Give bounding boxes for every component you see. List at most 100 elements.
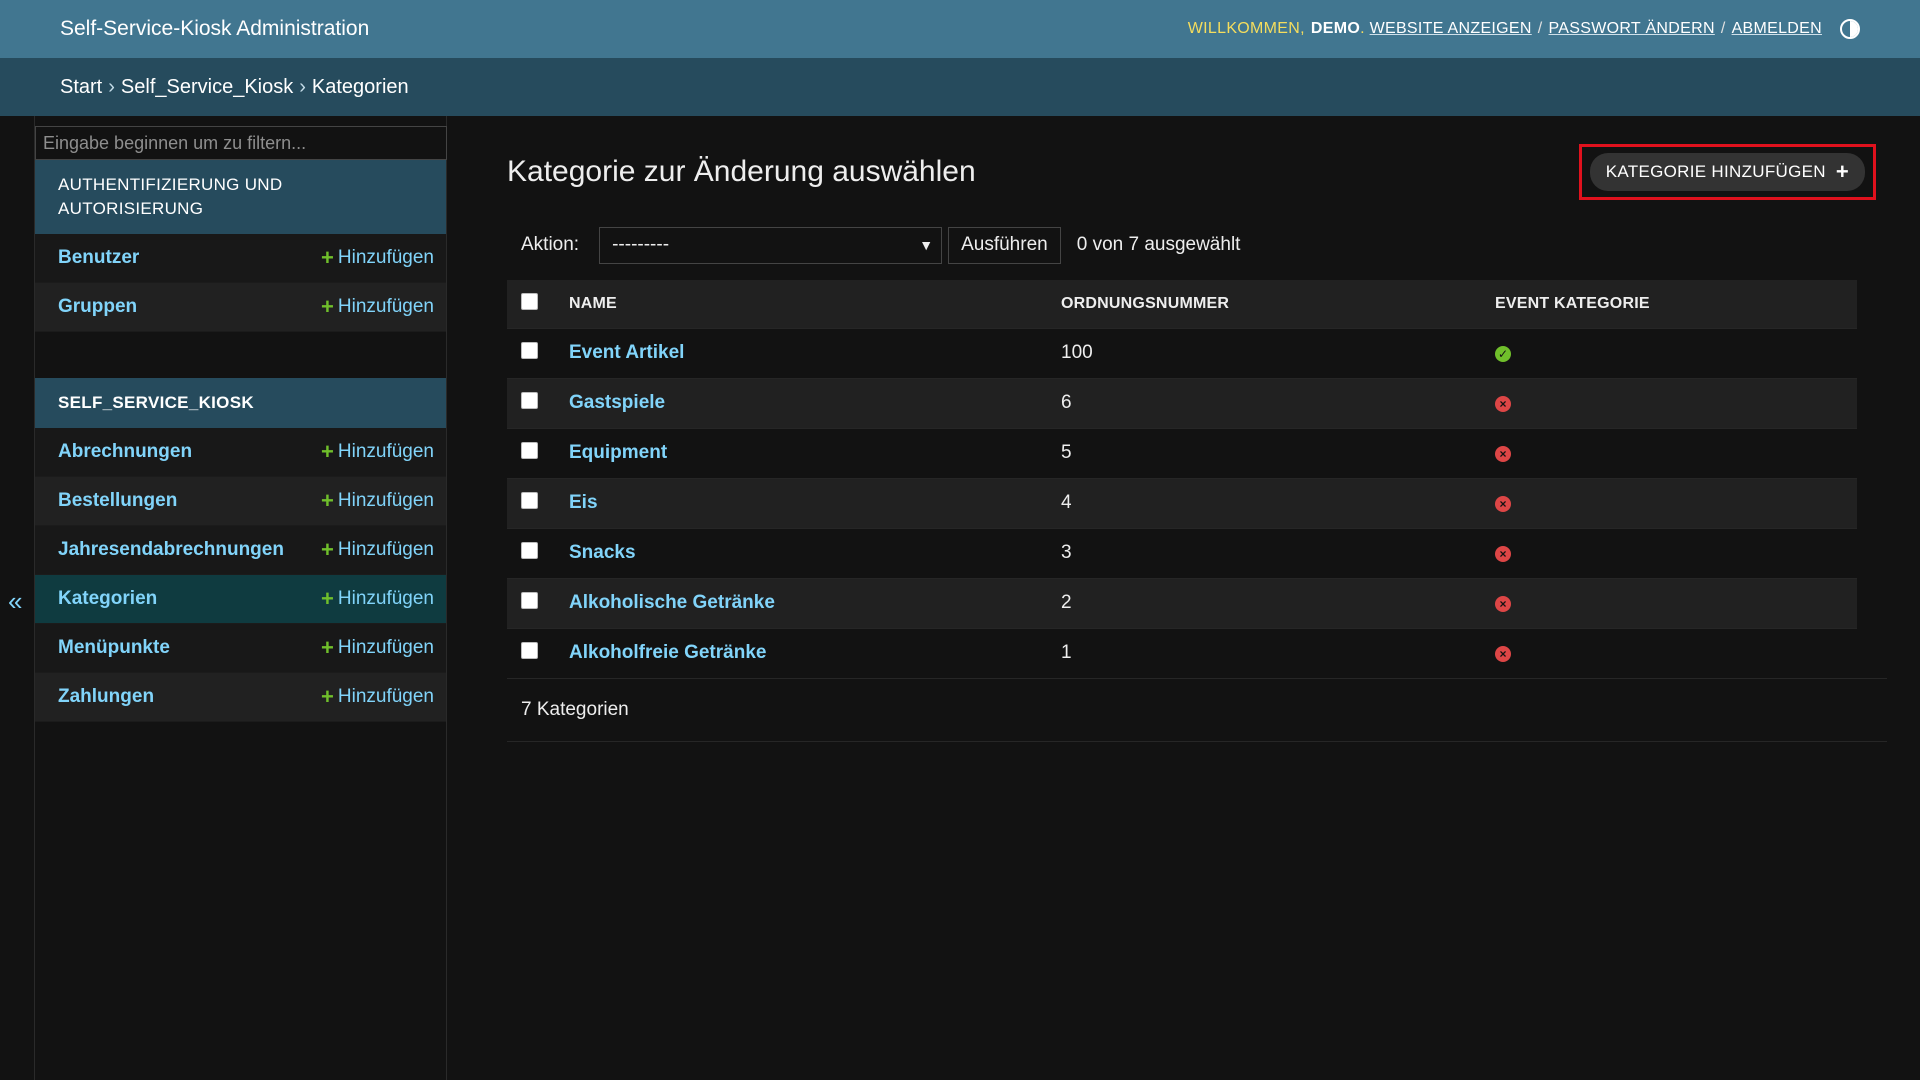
- sidebar-item-gruppen: Gruppen + Hinzufügen: [35, 283, 446, 332]
- row-checkbox[interactable]: [521, 541, 538, 559]
- sidebar-item-label[interactable]: Bestellungen: [58, 490, 177, 512]
- site-title[interactable]: Self-Service-Kiosk Administration: [60, 17, 369, 41]
- table-row: Equipment 5 ×: [507, 427, 1857, 478]
- content: Kategorie zur Änderung auswählen KATEGOR…: [447, 116, 1920, 1080]
- selection-counter: 0 von 7 ausgewählt: [1076, 234, 1241, 255]
- table-row: Gastspiele 6 ×: [507, 377, 1857, 428]
- add-abrechnungen-link[interactable]: + Hinzufügen: [321, 439, 434, 465]
- view-site-link[interactable]: WEBSITE ANZEIGEN: [1370, 20, 1532, 38]
- row-name-link[interactable]: Gastspiele: [569, 392, 665, 413]
- breadcrumb-app[interactable]: Self_Service_Kiosk: [121, 76, 293, 99]
- module-caption-kiosk[interactable]: SELF_SERVICE_KIOSK: [35, 378, 446, 428]
- page-title: Kategorie zur Änderung auswählen: [507, 155, 976, 188]
- plus-icon: +: [321, 537, 334, 562]
- welcome-text: WILLKOMMEN,: [1187, 20, 1305, 37]
- main-container: « AUTHENTIFIZIERUNG UND AUTORISIERUNG Be…: [0, 116, 1920, 1080]
- table-row: Alkoholische Getränke 2 ×: [507, 577, 1857, 628]
- row-order: 5: [1060, 427, 1494, 478]
- sidebar-item-label[interactable]: Gruppen: [58, 296, 137, 318]
- add-label: Hinzufügen: [337, 296, 434, 317]
- row-checkbox[interactable]: [521, 491, 538, 509]
- result-count: 7 Kategorien: [507, 678, 1887, 742]
- table-row: Snacks 3 ×: [507, 527, 1857, 578]
- add-kategorie-label: KATEGORIE HINZUFÜGEN: [1605, 162, 1826, 181]
- breadcrumb-home[interactable]: Start: [60, 76, 102, 99]
- row-name-link[interactable]: Snacks: [569, 542, 636, 563]
- action-select[interactable]: --------- ▼: [599, 226, 943, 264]
- add-label: Hinzufügen: [337, 686, 434, 707]
- module-kiosk: SELF_SERVICE_KIOSK Abrechnungen + Hinzufü…: [35, 378, 446, 722]
- no-icon: ×: [1495, 396, 1511, 412]
- sidebar-item-label[interactable]: Kategorien: [58, 588, 157, 610]
- plus-icon: +: [321, 586, 334, 611]
- column-header-order[interactable]: ORDNUNGSNUMMER: [1060, 280, 1494, 328]
- plus-icon: +: [321, 488, 334, 513]
- column-header-event[interactable]: EVENT KATEGORIE: [1494, 280, 1857, 328]
- plus-icon: +: [321, 294, 334, 319]
- sidebar-item-label[interactable]: Benutzer: [58, 247, 139, 269]
- run-action-button[interactable]: Ausführen: [948, 226, 1061, 264]
- logout-link[interactable]: ABMELDEN: [1732, 20, 1822, 38]
- plus-icon: +: [321, 635, 334, 660]
- module-caption-auth[interactable]: AUTHENTIFIZIERUNG UND AUTORISIERUNG: [35, 160, 446, 234]
- plus-icon: +: [1835, 159, 1849, 184]
- module-auth: AUTHENTIFIZIERUNG UND AUTORISIERUNG Benu…: [35, 160, 446, 332]
- change-password-link[interactable]: PASSWORT ÄNDERN: [1549, 20, 1715, 38]
- add-label: Hinzufügen: [337, 490, 434, 511]
- row-checkbox[interactable]: [521, 641, 538, 659]
- add-gruppen-link[interactable]: + Hinzufügen: [321, 294, 434, 320]
- row-name-link[interactable]: Equipment: [569, 442, 667, 463]
- sidebar-item-jahresendabrechnungen: Jahresendabrechnungen + Hinzufügen: [35, 526, 446, 575]
- add-zahlungen-link[interactable]: + Hinzufügen: [321, 684, 434, 710]
- sidebar-item-abrechnungen: Abrechnungen + Hinzufügen: [35, 428, 446, 477]
- select-all-checkbox[interactable]: [521, 292, 538, 310]
- add-kategorien-link[interactable]: + Hinzufügen: [321, 586, 434, 612]
- no-icon: ×: [1495, 446, 1511, 462]
- row-order: 2: [1060, 577, 1494, 628]
- sidebar-item-label[interactable]: Menüpunkte: [58, 637, 170, 659]
- table-row: Eis 4 ×: [507, 477, 1857, 528]
- column-header-name[interactable]: NAME: [568, 280, 1060, 328]
- add-label: Hinzufügen: [337, 637, 434, 658]
- select-all-cell: [507, 280, 568, 328]
- add-menuepunkte-link[interactable]: + Hinzufügen: [321, 635, 434, 661]
- breadcrumb-separator: ›: [299, 75, 306, 98]
- table-row: Event Artikel 100 ✓: [507, 327, 1857, 378]
- table-header-row: NAME ORDNUNGSNUMMER EVENT KATEGORIE: [507, 280, 1857, 328]
- sidebar-item-label[interactable]: Abrechnungen: [58, 441, 192, 463]
- row-order: 100: [1060, 327, 1494, 378]
- contrast-icon[interactable]: [1840, 19, 1860, 39]
- plus-icon: +: [321, 245, 334, 270]
- add-jahresendabrechnungen-link[interactable]: + Hinzufügen: [321, 537, 434, 563]
- row-name-link[interactable]: Event Artikel: [569, 342, 684, 363]
- row-name-link[interactable]: Alkoholische Getränke: [569, 592, 775, 613]
- breadcrumb-current: Kategorien: [311, 75, 409, 98]
- actions-bar: Aktion: --------- ▼ Ausführen 0 von 7 au…: [507, 226, 1890, 264]
- sidebar-item-zahlungen: Zahlungen + Hinzufügen: [35, 673, 446, 722]
- sidebar-item-label[interactable]: Jahresendabrechnungen: [58, 539, 284, 561]
- add-benutzer-link[interactable]: + Hinzufügen: [321, 245, 434, 271]
- sidebar-toggle-column: «: [0, 116, 35, 1080]
- results-table: NAME ORDNUNGSNUMMER EVENT KATEGORIE Even…: [507, 280, 1857, 678]
- row-checkbox[interactable]: [521, 441, 538, 459]
- yes-icon: ✓: [1495, 346, 1511, 362]
- row-name-link[interactable]: Alkoholfreie Getränke: [569, 642, 766, 663]
- table-body: Event Artikel 100 ✓ Gastspiele 6 × Equip…: [507, 327, 1857, 678]
- action-label: Aktion:: [521, 234, 580, 255]
- plus-icon: +: [321, 684, 334, 709]
- add-kategorie-button[interactable]: KATEGORIE HINZUFÜGEN +: [1589, 153, 1865, 191]
- sidebar-filter-input[interactable]: [35, 126, 447, 160]
- row-checkbox[interactable]: [521, 391, 538, 409]
- sidebar-item-label[interactable]: Zahlungen: [58, 686, 154, 708]
- no-icon: ×: [1495, 496, 1511, 512]
- no-icon: ×: [1495, 546, 1511, 562]
- collapse-sidebar-icon[interactable]: «: [8, 586, 22, 617]
- add-bestellungen-link[interactable]: + Hinzufügen: [321, 488, 434, 514]
- chevron-down-icon: ▼: [919, 237, 934, 253]
- action-select-value: ---------: [612, 234, 670, 255]
- user-tools: WILLKOMMEN, DEMO. WEBSITE ANZEIGEN / PAS…: [1188, 19, 1860, 39]
- row-checkbox[interactable]: [521, 341, 538, 359]
- add-label: Hinzufügen: [337, 247, 434, 268]
- row-checkbox[interactable]: [521, 591, 538, 609]
- row-name-link[interactable]: Eis: [569, 492, 598, 513]
